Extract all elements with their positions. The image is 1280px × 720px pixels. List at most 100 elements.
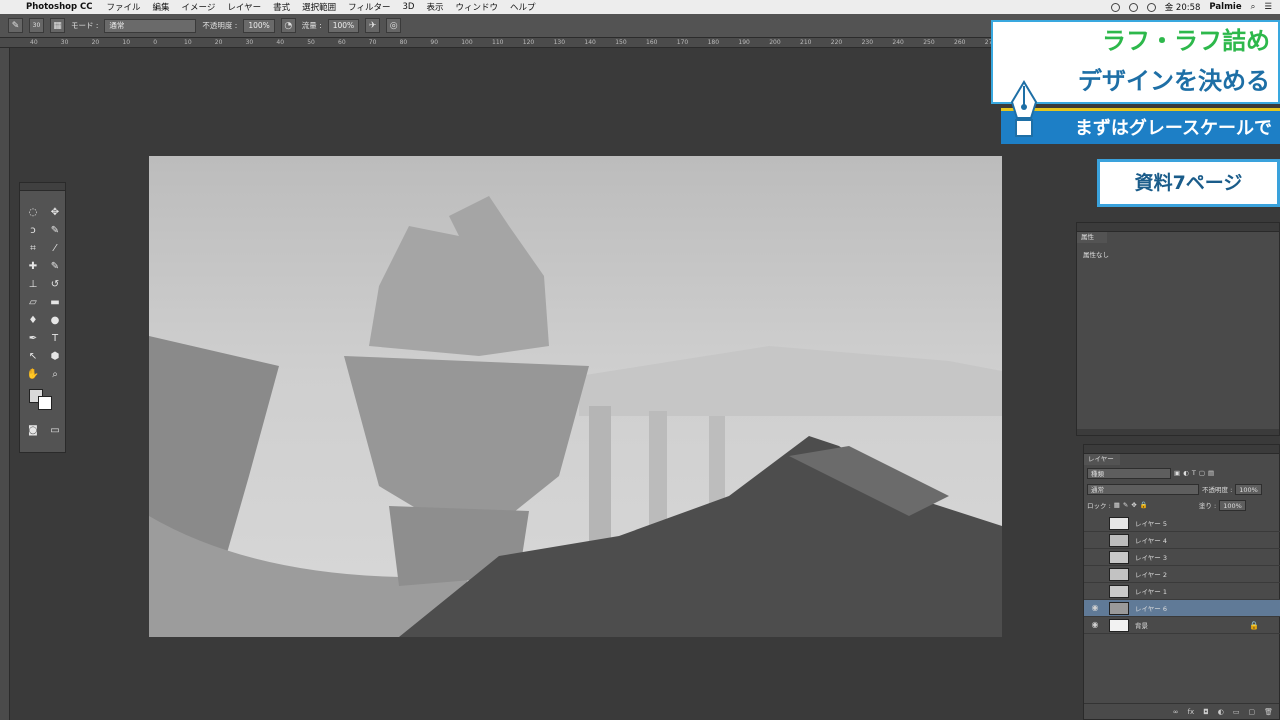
- ruler-tick-label: 130: [553, 39, 566, 46]
- opacity-field[interactable]: 100%: [243, 18, 275, 33]
- layer-name: レイヤー 4: [1135, 537, 1168, 545]
- link-layers-icon[interactable]: ∞: [1173, 708, 1179, 716]
- hand-tool-icon[interactable]: ✋: [23, 365, 43, 383]
- visibility-toggle[interactable]: [1088, 518, 1102, 528]
- visibility-toggle[interactable]: [1088, 586, 1102, 596]
- spotlight-icon[interactable]: ⌕: [1251, 2, 1256, 12]
- eyedropper-tool-icon[interactable]: ⁄: [45, 239, 65, 257]
- mode-select[interactable]: 通常: [104, 18, 197, 33]
- lock-transparent-icon[interactable]: ▦: [1114, 501, 1120, 509]
- blur-tool-icon[interactable]: ♦: [23, 311, 43, 329]
- visibility-toggle[interactable]: [1088, 569, 1102, 579]
- new-layer-icon[interactable]: ▢: [1248, 708, 1255, 716]
- airbrush-icon[interactable]: ✈: [365, 18, 381, 33]
- background-color-swatch[interactable]: [38, 396, 52, 410]
- lock-move-icon[interactable]: ✥: [1131, 501, 1136, 509]
- blend-mode-select[interactable]: 通常: [1087, 483, 1199, 495]
- brush-tool-icon[interactable]: ✎: [8, 18, 23, 33]
- type-tool-icon[interactable]: T: [45, 329, 65, 347]
- layer-row-selected[interactable]: ◉ レイヤー 6: [1084, 600, 1280, 617]
- shape-tool-icon[interactable]: ⬢: [45, 347, 65, 365]
- filter-smart-icon[interactable]: ▤: [1208, 469, 1214, 477]
- brush-size-picker[interactable]: 30: [29, 18, 44, 33]
- layers-tab[interactable]: レイヤー: [1084, 454, 1120, 465]
- layer-fill-value: 100%: [1223, 501, 1242, 510]
- quick-mask-icon[interactable]: ◙: [23, 421, 43, 439]
- pen-tool-icon[interactable]: ✒: [23, 329, 43, 347]
- size-pressure-icon[interactable]: ◎: [386, 18, 402, 33]
- move-tool-icon[interactable]: ✥: [45, 203, 65, 221]
- layer-style-icon[interactable]: fx: [1188, 708, 1195, 716]
- eraser-tool-icon[interactable]: ▱: [23, 293, 43, 311]
- lock-brush-icon[interactable]: ✎: [1123, 501, 1128, 509]
- dodge-tool-icon[interactable]: ●: [45, 311, 65, 329]
- brush-tool-icon-panel[interactable]: ✎: [45, 257, 65, 275]
- marquee-tool-icon[interactable]: ◌: [23, 203, 43, 221]
- filter-pixel-icon[interactable]: ▣: [1174, 469, 1180, 477]
- user-name[interactable]: Palmie: [1209, 2, 1241, 12]
- layer-opacity-field[interactable]: 100%: [1235, 483, 1262, 495]
- new-group-icon[interactable]: ▭: [1233, 708, 1240, 716]
- menu-edit[interactable]: 編集: [153, 1, 170, 13]
- visibility-toggle[interactable]: [1088, 552, 1102, 562]
- wifi-icon[interactable]: [1146, 2, 1156, 12]
- crop-tool-icon[interactable]: ⌗: [23, 239, 43, 257]
- notification-icon[interactable]: ☰: [1264, 2, 1272, 12]
- properties-panel: 属性 属性なし: [1076, 222, 1280, 436]
- filter-type-icon[interactable]: T: [1192, 469, 1196, 477]
- layer-fill-field[interactable]: 100%: [1219, 499, 1246, 511]
- visibility-toggle[interactable]: [1088, 535, 1102, 545]
- flow-field[interactable]: 100%: [327, 18, 360, 33]
- lasso-tool-icon[interactable]: ↄ: [23, 221, 43, 239]
- stamp-tool-icon[interactable]: ⊥: [23, 275, 43, 293]
- layer-filter-select[interactable]: 種類: [1087, 467, 1171, 479]
- clock[interactable]: 金 20:58: [1165, 1, 1201, 13]
- menu-view[interactable]: 表示: [426, 1, 443, 13]
- tray-icon-2[interactable]: [1128, 2, 1138, 12]
- quick-select-tool-icon[interactable]: ✎: [45, 221, 65, 239]
- menu-3d[interactable]: 3D: [403, 2, 415, 12]
- tray-icon-1[interactable]: [1110, 2, 1120, 12]
- menu-select[interactable]: 選択範囲: [302, 1, 336, 13]
- document-canvas[interactable]: [149, 156, 1002, 637]
- menu-window[interactable]: ウィンドウ: [455, 1, 498, 13]
- layer-row[interactable]: レイヤー 5: [1084, 515, 1280, 532]
- gradient-tool-icon[interactable]: ▬: [45, 293, 65, 311]
- tools-panel-header[interactable]: [20, 183, 65, 191]
- healing-tool-icon[interactable]: ✚: [23, 257, 43, 275]
- menu-image[interactable]: イメージ: [182, 1, 216, 13]
- screen-mode-icon[interactable]: ▭: [45, 421, 65, 439]
- adjustment-layer-icon[interactable]: ◐: [1218, 708, 1224, 716]
- lock-all-icon[interactable]: 🔒: [1140, 501, 1148, 509]
- layer-row[interactable]: レイヤー 4: [1084, 532, 1280, 549]
- add-mask-icon[interactable]: ◘: [1203, 708, 1209, 716]
- menu-type[interactable]: 書式: [273, 1, 290, 13]
- ruler-tick-label: 20: [214, 39, 223, 46]
- zoom-tool-icon[interactable]: ⌕: [45, 365, 65, 383]
- properties-panel-header[interactable]: [1077, 223, 1279, 232]
- path-select-tool-icon[interactable]: ↖: [23, 347, 43, 365]
- ruler-tick-label: 170: [676, 39, 689, 46]
- menu-filter[interactable]: フィルター: [348, 1, 390, 13]
- filter-adjust-icon[interactable]: ◐: [1183, 469, 1189, 477]
- visibility-eye-icon[interactable]: ◉: [1088, 603, 1102, 613]
- layer-row[interactable]: レイヤー 3: [1084, 549, 1280, 566]
- menu-file[interactable]: ファイル: [107, 1, 141, 13]
- brush-panel-icon[interactable]: ▦: [50, 18, 65, 33]
- delete-layer-icon[interactable]: 🗑: [1264, 708, 1273, 716]
- page-reference-label: 資料7ページ: [1097, 159, 1280, 207]
- layer-row-background[interactable]: ◉ 背景 🔒: [1084, 617, 1280, 634]
- visibility-eye-icon[interactable]: ◉: [1088, 620, 1102, 630]
- ruler-tick-label: 230: [861, 39, 874, 46]
- properties-tab[interactable]: 属性: [1077, 232, 1107, 243]
- opacity-pressure-icon[interactable]: ◔: [280, 18, 296, 33]
- layer-row[interactable]: レイヤー 1: [1084, 583, 1280, 600]
- menu-layer[interactable]: レイヤー: [227, 1, 261, 13]
- layers-panel-header[interactable]: [1084, 445, 1279, 454]
- layer-row[interactable]: レイヤー 2: [1084, 566, 1280, 583]
- app-menu[interactable]: Photoshop CC: [26, 2, 93, 12]
- menu-help[interactable]: ヘルプ: [510, 1, 536, 13]
- history-brush-tool-icon[interactable]: ↺: [45, 275, 65, 293]
- filter-shape-icon[interactable]: ▢: [1199, 469, 1205, 477]
- ruler-tick-label: 40: [276, 39, 285, 46]
